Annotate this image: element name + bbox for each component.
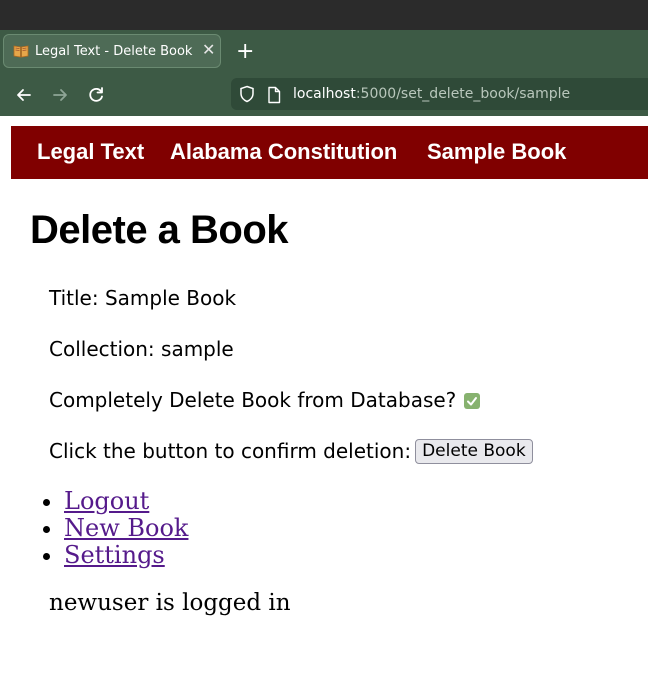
list-item: Logout [64,488,188,515]
address-bar[interactable]: localhost:5000/set_delete_book/sample [231,78,648,110]
logout-link[interactable]: Logout [64,487,149,515]
url-text[interactable]: localhost:5000/set_delete_book/sample [293,86,570,102]
nav-link-legal-text[interactable]: Legal Text [37,139,144,165]
nav-link-alabama-constitution[interactable]: Alabama Constitution [170,139,397,165]
delete-checkbox[interactable] [464,392,481,409]
nav-link-sample-book[interactable]: Sample Book [427,139,566,165]
checkmark-icon [467,396,478,405]
delete-book-button[interactable]: Delete Book [415,439,533,464]
confirm-label: Click the button to confirm deletion: [49,439,412,463]
confirm-row: Click the button to confirm deletion: Del… [49,439,533,465]
browser-tab[interactable]: Legal Text - Delete Book ✕ [3,34,221,68]
back-arrow-icon[interactable] [13,84,35,106]
delete-option-row: Completely Delete Book from Database? [49,388,481,412]
list-item: New Book [64,515,188,542]
url-path: :5000/set_delete_book/sample [355,86,571,102]
user-links-list: Logout New Book Settings [24,488,188,569]
settings-link[interactable]: Settings [64,541,165,569]
new-book-link[interactable]: New Book [64,514,188,542]
shield-icon[interactable] [239,85,255,103]
login-status: newuser is logged in [49,590,291,616]
book-collection-label: Collection: sample [49,337,234,361]
book-title-label: Title: Sample Book [49,286,237,310]
url-host: localhost [293,86,356,102]
nav-bar: localhost:5000/set_delete_book/sample [0,74,648,116]
tab-title: Legal Text - Delete Book [35,44,193,59]
list-item: Settings [64,542,188,569]
delete-question-label: Completely Delete Book from Database? [49,388,457,412]
plus-icon[interactable]: + [236,41,254,63]
reload-icon[interactable] [85,84,107,106]
window-titlebar [0,0,648,30]
close-icon[interactable]: ✕ [202,42,215,58]
site-nav-bar: Legal Text Alabama Constitution Sample B… [11,126,648,179]
book-icon [13,45,29,58]
tab-bar: Legal Text - Delete Book ✕ [0,30,648,74]
page-title: Delete a Book [30,208,289,252]
forward-arrow-icon[interactable] [49,84,71,106]
page-icon [268,86,281,104]
